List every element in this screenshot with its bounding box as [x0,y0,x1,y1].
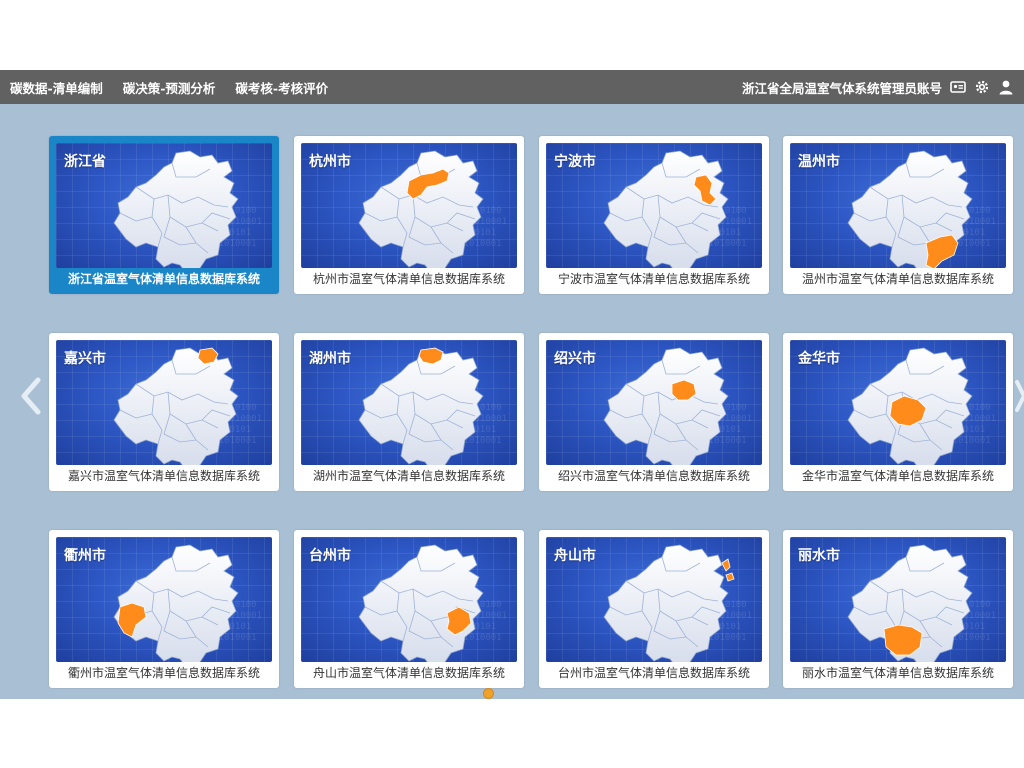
account-area: 浙江省全局温室气体系统管理员账号 [742,70,1014,104]
region-name-label: 金华市 [798,351,840,367]
map-thumbnail: 1010100 01010001 010101 1010001 衢州市 [56,537,272,662]
region-name-label: 嘉兴市 [64,351,106,367]
map-thumbnail: 1010100 01010001 010101 1010001 浙江省 [56,143,272,268]
map-thumbnail: 1010100 01010001 010101 1010001 舟山市 [546,537,762,662]
map-thumbnail: 1010100 01010001 010101 1010001 温州市 [790,143,1006,268]
main-menu: 碳数据-清单编制 碳决策-预测分析 碳考核-考核评价 [10,70,328,104]
system-caption[interactable]: 嘉兴市温室气体清单信息数据库系统 [49,467,279,484]
system-caption[interactable]: 舟山市温室气体清单信息数据库系统 [294,664,524,681]
zhejiang-map-icon [603,544,735,662]
system-card[interactable]: 1010100 01010001 010101 1010001 温州市温州市温室气… [783,136,1013,294]
zhejiang-map-icon [847,150,973,268]
zhejiang-map-icon [358,150,484,268]
map-thumbnail: 1010100 01010001 010101 1010001 湖州市 [301,340,517,465]
system-card[interactable]: 1010100 01010001 010101 1010001 丽水市丽水市温室气… [783,530,1013,688]
system-card[interactable]: 1010100 01010001 010101 1010001 衢州市衢州市温室气… [49,530,279,688]
gear-icon[interactable] [974,79,990,95]
zhejiang-map-icon [113,347,239,465]
user-icon[interactable] [998,79,1014,95]
system-caption[interactable]: 丽水市温室气体清单信息数据库系统 [783,664,1013,681]
zhejiang-map-icon [847,347,973,465]
map-thumbnail: 1010100 01010001 010101 1010001 杭州市 [301,143,517,268]
map-thumbnail: 1010100 01010001 010101 1010001 金华市 [790,340,1006,465]
system-card[interactable]: 1010100 01010001 010101 1010001 绍兴市绍兴市温室气… [539,333,769,491]
map-thumbnail: 1010100 01010001 010101 1010001 丽水市 [790,537,1006,662]
system-card[interactable]: 1010100 01010001 010101 1010001 宁波市宁波市温室气… [539,136,769,294]
system-caption[interactable]: 杭州市温室气体清单信息数据库系统 [294,270,524,287]
id-card-icon[interactable] [950,79,966,95]
region-name-label: 台州市 [309,548,351,564]
zhejiang-map-icon [358,544,484,662]
system-caption[interactable]: 温州市温室气体清单信息数据库系统 [783,270,1013,287]
region-name-label: 湖州市 [309,351,351,367]
map-thumbnail: 1010100 01010001 010101 1010001 宁波市 [546,143,762,268]
system-caption[interactable]: 绍兴市温室气体清单信息数据库系统 [539,467,769,484]
system-card[interactable]: 1010100 01010001 010101 1010001 嘉兴市嘉兴市温室气… [49,333,279,491]
region-name-label: 温州市 [798,154,840,170]
system-card[interactable]: 1010100 01010001 010101 1010001 金华市金华市温室气… [783,333,1013,491]
system-card[interactable]: 1010100 01010001 010101 1010001 杭州市杭州市温室气… [294,136,524,294]
zhejiang-map-icon [603,347,729,465]
region-name-label: 舟山市 [554,548,596,564]
region-name-label: 丽水市 [798,548,840,564]
system-card[interactable]: 1010100 01010001 010101 1010001 湖州市湖州市温室气… [294,333,524,491]
system-card[interactable]: 1010100 01010001 010101 1010001 浙江省浙江省温室气… [49,136,279,294]
system-caption[interactable]: 金华市温室气体清单信息数据库系统 [783,467,1013,484]
system-grid-area: 1010100 01010001 010101 1010001 浙江省浙江省温室气… [0,104,1024,699]
region-name-label: 绍兴市 [554,351,596,367]
system-card[interactable]: 1010100 01010001 010101 1010001 台州市舟山市温室气… [294,530,524,688]
region-name-label: 浙江省 [64,154,106,170]
zhejiang-map-icon [113,150,239,268]
zhejiang-map-icon [113,544,239,662]
system-caption[interactable]: 宁波市温室气体清单信息数据库系统 [539,270,769,287]
system-caption[interactable]: 衢州市温室气体清单信息数据库系统 [49,664,279,681]
menu-carbon-data[interactable]: 碳数据-清单编制 [10,78,103,97]
zhejiang-map-icon [603,150,729,268]
zhejiang-map-icon [847,544,973,662]
system-caption[interactable]: 台州市温室气体清单信息数据库系统 [539,664,769,681]
system-card[interactable]: 1010100 01010001 010101 1010001 舟山市台州市温室气… [539,530,769,688]
map-thumbnail: 1010100 01010001 010101 1010001 嘉兴市 [56,340,272,465]
map-thumbnail: 1010100 01010001 010101 1010001 绍兴市 [546,340,762,465]
menu-carbon-assessment[interactable]: 碳考核-考核评价 [235,78,328,97]
region-name-label: 衢州市 [64,548,106,564]
region-name-label: 杭州市 [309,154,351,170]
system-caption[interactable]: 湖州市温室气体清单信息数据库系统 [294,467,524,484]
system-caption[interactable]: 浙江省温室气体清单信息数据库系统 [49,270,279,287]
chevron-left-icon[interactable] [14,374,48,418]
account-name[interactable]: 浙江省全局温室气体系统管理员账号 [742,78,942,97]
top-navbar: 碳数据-清单编制 碳决策-预测分析 碳考核-考核评价 浙江省全局温室气体系统管理… [0,70,1024,104]
region-name-label: 宁波市 [554,154,596,170]
top-blank-area [0,0,1024,70]
chevron-right-icon[interactable] [1014,374,1024,418]
zhejiang-map-icon [358,347,484,465]
menu-carbon-decision[interactable]: 碳决策-预测分析 [123,78,216,97]
pagination-dot[interactable] [483,688,494,699]
highlighted-region [671,379,697,401]
map-thumbnail: 1010100 01010001 010101 1010001 台州市 [301,537,517,662]
